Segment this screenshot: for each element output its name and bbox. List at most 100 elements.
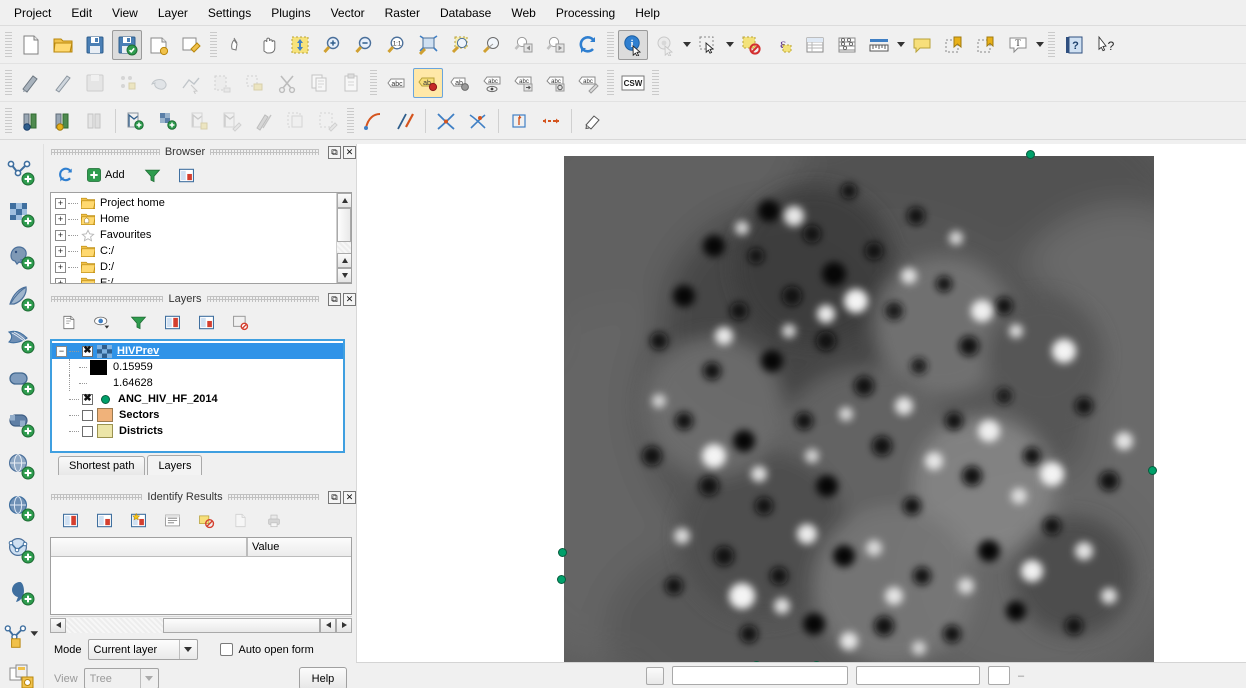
zoom-full-button[interactable] bbox=[413, 30, 443, 60]
new-shapefile-layer-button[interactable] bbox=[185, 106, 215, 136]
open-attribute-table-button[interactable] bbox=[800, 30, 830, 60]
trim-extend-button[interactable] bbox=[577, 106, 607, 136]
edit-shapefile-button[interactable] bbox=[217, 106, 247, 136]
statistical-summary-button[interactable] bbox=[832, 30, 862, 60]
annotation-dropdown[interactable] bbox=[1034, 30, 1045, 60]
zoom-to-layer-button[interactable] bbox=[477, 30, 507, 60]
rotate-label-button[interactable]: abc bbox=[541, 68, 571, 98]
add-raster-layer-button-tb3[interactable] bbox=[153, 106, 183, 136]
toolbar-drag-handle-9[interactable] bbox=[5, 107, 12, 134]
show-hide-labels-button[interactable]: abc bbox=[477, 68, 507, 98]
menu-database[interactable]: Database bbox=[430, 2, 501, 24]
menu-project[interactable]: Project bbox=[4, 2, 61, 24]
collapse-all-button[interactable] bbox=[194, 310, 218, 334]
map-canvas[interactable] bbox=[356, 144, 1246, 674]
print-results-button[interactable] bbox=[262, 508, 286, 532]
browser-tree-item[interactable]: + C:/ bbox=[51, 243, 336, 259]
delete-selected-button[interactable] bbox=[240, 68, 270, 98]
expand-all-results-button[interactable] bbox=[126, 508, 150, 532]
browser-vertical-scrollbar[interactable] bbox=[336, 193, 351, 283]
identify-results-table[interactable]: Value bbox=[50, 537, 352, 615]
browser-panel-title-bar[interactable]: Browser ⧉ ✕ bbox=[46, 144, 356, 160]
hscroll-right-button[interactable] bbox=[336, 617, 352, 633]
split-features-button[interactable] bbox=[390, 106, 420, 136]
browser-float-button[interactable]: ⧉ bbox=[328, 145, 341, 159]
view-mode-button[interactable] bbox=[160, 508, 184, 532]
toolbar-drag-handle-10[interactable] bbox=[347, 107, 354, 134]
browser-filter-button[interactable] bbox=[141, 163, 165, 187]
status-coordinate-field[interactable] bbox=[672, 666, 848, 685]
vertex-tool-button[interactable] bbox=[176, 68, 206, 98]
expander-icon[interactable]: + bbox=[55, 277, 66, 283]
identify-close-button[interactable]: ✕ bbox=[343, 490, 357, 504]
identify-horizontal-scrollbar[interactable] bbox=[50, 616, 352, 633]
browser-collapse-all-button[interactable] bbox=[175, 163, 199, 187]
anc-hiv-point-marker[interactable] bbox=[1026, 150, 1035, 159]
toolbar-drag-handle[interactable] bbox=[5, 31, 12, 58]
run-feature-action-button[interactable] bbox=[650, 30, 680, 60]
raster-properties-button[interactable] bbox=[48, 106, 78, 136]
toolbar-drag-handle-6[interactable] bbox=[370, 69, 377, 96]
change-label-button[interactable]: abc bbox=[573, 68, 603, 98]
digitize-button[interactable] bbox=[48, 68, 78, 98]
identify-panel-title-bar[interactable]: Identify Results ⧉ ✕ bbox=[46, 489, 357, 505]
cut-features-button[interactable] bbox=[272, 68, 302, 98]
deselect-features-button[interactable] bbox=[736, 30, 766, 60]
select-features-dropdown[interactable] bbox=[724, 30, 735, 60]
auto-open-form-row[interactable]: Auto open form bbox=[219, 643, 314, 656]
metasearch-csw-button[interactable]: CSW bbox=[618, 68, 648, 98]
browser-tree-item[interactable]: + Home bbox=[51, 211, 336, 227]
whats-this-button[interactable]: ? bbox=[1091, 30, 1121, 60]
menu-web[interactable]: Web bbox=[501, 2, 545, 24]
select-by-expression-button[interactable]: ε bbox=[768, 30, 798, 60]
identify-column-header-blank[interactable] bbox=[51, 538, 247, 557]
refresh-button[interactable] bbox=[573, 30, 603, 60]
identify-help-button[interactable]: Help bbox=[298, 667, 348, 688]
clear-results-button[interactable] bbox=[194, 508, 218, 532]
offset-point-symbols-button[interactable] bbox=[536, 106, 566, 136]
browser-close-button[interactable]: ✕ bbox=[343, 145, 356, 159]
pan-map-button[interactable] bbox=[253, 30, 283, 60]
add-oracle-spatial-layer-button[interactable] bbox=[3, 362, 41, 404]
add-circular-string-button[interactable] bbox=[144, 68, 174, 98]
menu-processing[interactable]: Processing bbox=[546, 2, 625, 24]
add-wfs-layer-button[interactable] bbox=[3, 530, 41, 572]
identify-features-button[interactable]: i bbox=[618, 29, 648, 60]
menu-settings[interactable]: Settings bbox=[198, 2, 261, 24]
tab-shortest-path[interactable]: Shortest path bbox=[58, 456, 146, 475]
browser-tree-item[interactable]: + D:/ bbox=[51, 259, 336, 275]
measure-line-button[interactable] bbox=[864, 30, 894, 60]
tab-layers[interactable]: Layers bbox=[147, 455, 203, 475]
anc-hiv-point-marker[interactable] bbox=[557, 575, 566, 584]
browser-refresh-button[interactable] bbox=[54, 163, 78, 187]
paste-features-button[interactable] bbox=[336, 68, 366, 98]
layers-float-button[interactable]: ⧉ bbox=[328, 292, 341, 306]
rotate-point-symbols-button[interactable] bbox=[504, 106, 534, 136]
menu-raster[interactable]: Raster bbox=[375, 2, 430, 24]
raster-export-button[interactable] bbox=[313, 106, 343, 136]
add-arcgis-feature-server-button[interactable] bbox=[3, 572, 41, 614]
menu-help[interactable]: Help bbox=[625, 2, 670, 24]
new-virtual-layer-button[interactable] bbox=[3, 614, 41, 656]
hscroll-track-left[interactable] bbox=[66, 618, 163, 633]
new-print-layout-button[interactable] bbox=[144, 30, 174, 60]
add-db2-spatial-layer-button[interactable] bbox=[3, 404, 41, 446]
chevron-down-icon[interactable] bbox=[178, 640, 197, 659]
scroll-down-button[interactable] bbox=[337, 268, 351, 283]
chevron-down-icon[interactable] bbox=[139, 669, 158, 688]
scroll-up-button[interactable] bbox=[337, 193, 351, 208]
zoom-last-button[interactable] bbox=[509, 30, 539, 60]
browser-tree-item[interactable]: + Project home bbox=[51, 195, 336, 211]
scroll-up-button-2[interactable] bbox=[337, 253, 351, 268]
measure-dropdown[interactable] bbox=[895, 30, 906, 60]
scroll-thumb[interactable] bbox=[337, 208, 351, 242]
copy-features-button[interactable] bbox=[304, 68, 334, 98]
toolbar-drag-handle-7[interactable] bbox=[607, 69, 614, 96]
identify-float-button[interactable]: ⧉ bbox=[328, 490, 342, 504]
split-parts-button[interactable] bbox=[463, 106, 493, 136]
expander-icon[interactable]: − bbox=[56, 345, 67, 357]
identify-mode-select[interactable]: Current layer bbox=[87, 639, 198, 660]
auto-open-form-checkbox[interactable] bbox=[219, 643, 233, 656]
layer-styling-panel-button[interactable] bbox=[3, 656, 41, 688]
reshape-features-button[interactable] bbox=[431, 106, 461, 136]
